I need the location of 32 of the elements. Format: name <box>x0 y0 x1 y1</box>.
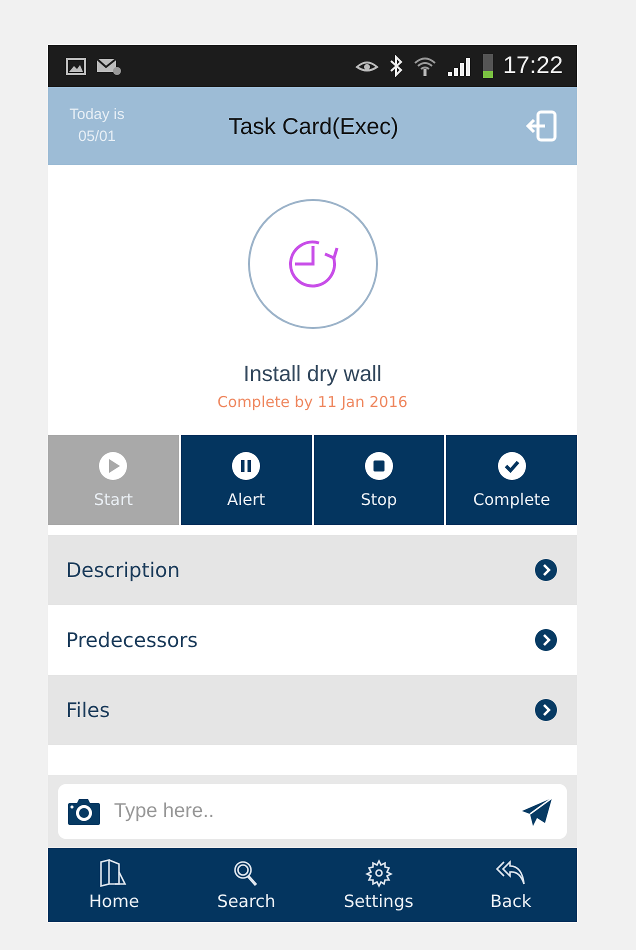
play-icon <box>99 452 128 480</box>
chevron-right-icon <box>535 699 557 721</box>
nav-tab[interactable]: Home <box>48 848 180 922</box>
action-button[interactable]: Stop <box>314 435 444 525</box>
nav-tab[interactable]: Search <box>180 848 312 922</box>
battery-icon <box>482 54 493 78</box>
chevron-right-icon <box>535 559 557 581</box>
wifi-icon <box>412 55 437 77</box>
signal-icon <box>446 55 473 77</box>
screen-title: Task Card(Exec) <box>228 112 400 140</box>
stop-icon <box>364 452 393 480</box>
nav-tab[interactable]: Back <box>444 848 577 922</box>
pause-icon <box>232 452 260 480</box>
bluetooth-icon <box>388 55 403 77</box>
action-button[interactable]: Alert <box>180 435 312 525</box>
camera-icon[interactable] <box>66 798 102 826</box>
clock-time: 17:22 <box>502 52 563 80</box>
clock-refresh-icon <box>246 198 378 330</box>
chevron-right-icon <box>535 629 557 651</box>
checkmark-icon <box>498 452 526 480</box>
section-row[interactable]: Description <box>48 535 577 605</box>
message-box[interactable]: Type here.. <box>58 784 567 839</box>
due-date: Complete by 11 Jan 2016 <box>217 393 408 411</box>
task-name: Install dry wall <box>243 361 382 387</box>
date-value: 05/01 <box>78 127 116 147</box>
send-icon[interactable] <box>521 796 553 826</box>
date-label: Today is <box>69 104 125 124</box>
nav-tab[interactable]: Settings <box>312 848 445 922</box>
action-button[interactable]: Complete <box>446 435 577 525</box>
mail-icon <box>96 57 122 75</box>
image-icon <box>66 58 86 74</box>
section-row[interactable]: Files <box>48 675 577 745</box>
